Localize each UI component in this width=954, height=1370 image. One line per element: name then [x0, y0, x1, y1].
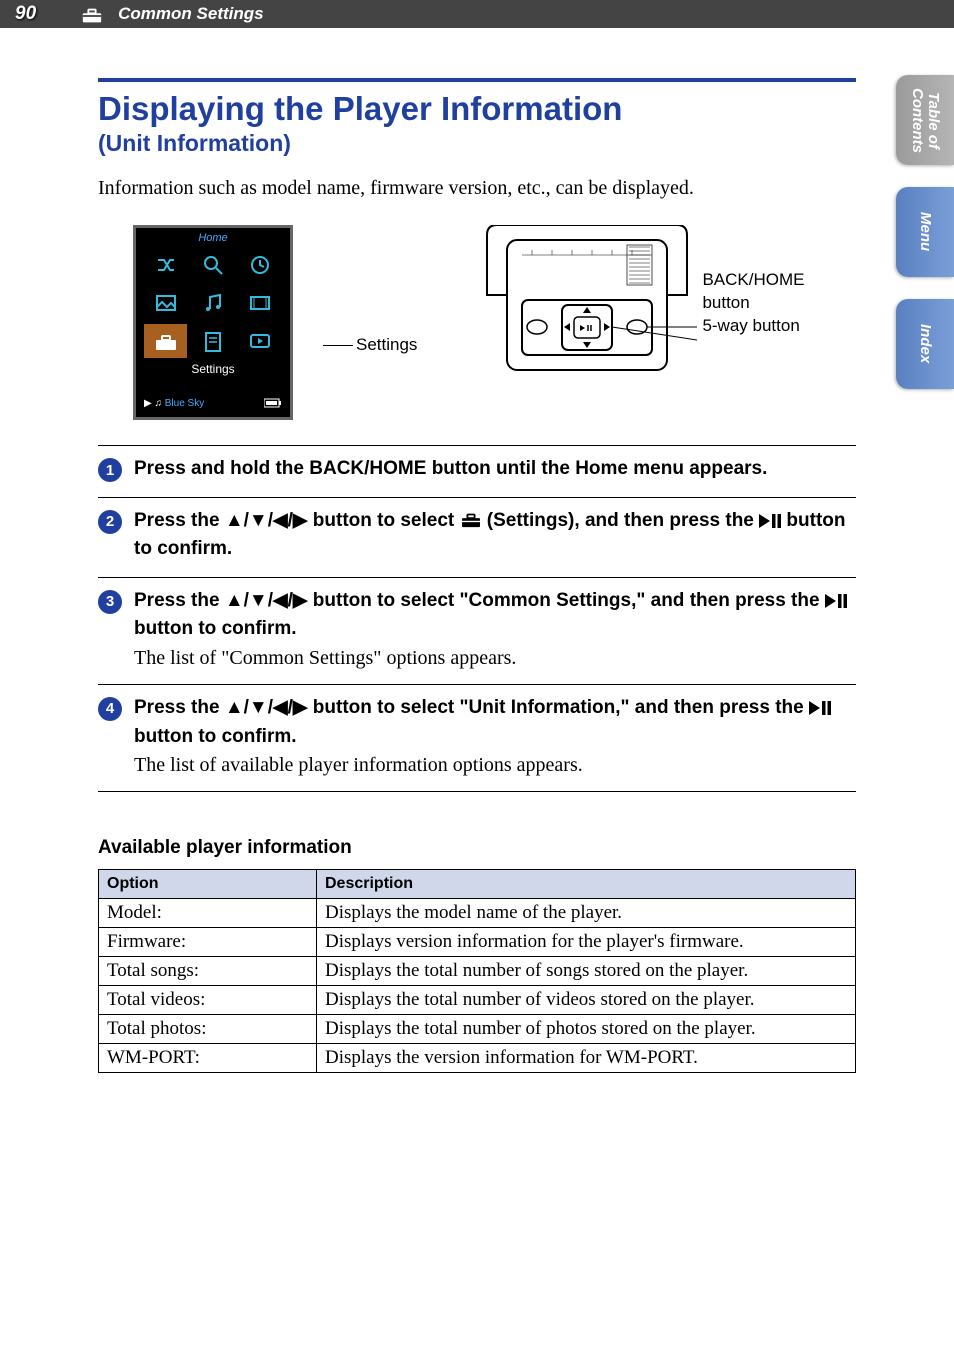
step-text-1: Press and hold the BACK/HOME button unti… — [134, 456, 767, 483]
step-text-4: Press the ▲/▼/◀/▶ button to select "Unit… — [134, 695, 856, 750]
step-num-3: 3 — [98, 590, 122, 614]
now-playing-prefix-icon: ▶ ♫ — [144, 398, 162, 409]
screen-home-label: Home — [136, 228, 290, 246]
step-num-2: 2 — [98, 510, 122, 534]
table-row: Firmware:Displays version information fo… — [99, 928, 856, 957]
side-tabs: Table of Contents Menu Index — [896, 75, 954, 389]
play-pause-icon — [825, 590, 847, 617]
photo-icon — [144, 286, 187, 320]
cell-option: Total photos: — [99, 1015, 317, 1044]
cell-desc: Displays version information for the pla… — [317, 928, 856, 957]
table-row: Total photos:Displays the total number o… — [99, 1015, 856, 1044]
step-4: 4 Press the ▲/▼/◀/▶ button to select "Un… — [98, 684, 856, 792]
playlist-icon — [191, 324, 234, 358]
info-table: Option Description Model:Displays the mo… — [98, 869, 856, 1073]
step-num-4: 4 — [98, 697, 122, 721]
player-screen-illustration: Home Settings ▶ ♫ Blue Sky — [133, 225, 293, 420]
step-1: 1 Press and hold the BACK/HOME button un… — [98, 445, 856, 497]
cell-desc: Displays the total number of photos stor… — [317, 1015, 856, 1044]
device-illustration: BACK/HOME button 5-way button — [477, 225, 697, 380]
tab-index-label: Index — [917, 324, 933, 363]
cell-desc: Displays the model name of the player. — [317, 899, 856, 928]
step-text-2: Press the ▲/▼/◀/▶ button to select (Sett… — [134, 508, 856, 563]
tab-contents-label: Table of Contents — [909, 75, 941, 165]
battery-icon — [264, 398, 282, 411]
nowplaying-icon — [239, 324, 282, 358]
page-number: 90 — [15, 3, 36, 25]
settings-pointer-label: Settings — [356, 335, 417, 355]
music-icon — [191, 286, 234, 320]
steps-list: 1 Press and hold the BACK/HOME button un… — [98, 445, 856, 792]
shuffle-icon — [144, 248, 187, 282]
settings-icon-selected — [144, 324, 187, 358]
step-sub-4: The list of available player information… — [134, 754, 856, 777]
step-3: 3 Press the ▲/▼/◀/▶ button to select "Co… — [98, 577, 856, 684]
toolbox-icon-inline — [460, 510, 482, 537]
cell-option: Total videos: — [99, 986, 317, 1015]
table-row: Total songs:Displays the total number of… — [99, 957, 856, 986]
page-header: 90 Common Settings — [0, 0, 954, 28]
tab-index[interactable]: Index — [896, 299, 954, 389]
cell-desc: Displays the total number of videos stor… — [317, 986, 856, 1015]
title-rule — [98, 78, 856, 82]
clock-icon — [239, 248, 282, 282]
header-section-title: Common Settings — [118, 4, 263, 24]
th-option: Option — [99, 870, 317, 899]
now-playing-track: Blue Sky — [165, 398, 204, 409]
sub-title: (Unit Information) — [98, 130, 856, 157]
screen-settings-label: Settings — [136, 362, 290, 376]
step-text-3: Press the ▲/▼/◀/▶ button to select "Comm… — [134, 588, 856, 643]
cell-option: Model: — [99, 899, 317, 928]
search-icon — [191, 248, 234, 282]
tab-contents[interactable]: Table of Contents — [896, 75, 954, 165]
th-description: Description — [317, 870, 856, 899]
step-2: 2 Press the ▲/▼/◀/▶ button to select (Se… — [98, 497, 856, 577]
play-pause-icon — [809, 697, 831, 724]
diagrams-row: Home Settings ▶ ♫ Blue Sky Settings — [133, 225, 856, 420]
table-row: WM-PORT:Displays the version information… — [99, 1044, 856, 1073]
play-pause-icon — [759, 510, 781, 537]
page-content: Displaying the Player Information (Unit … — [0, 28, 954, 1103]
back-home-label-2: button — [702, 293, 804, 313]
cell-option: Total songs: — [99, 957, 317, 986]
toolbox-icon — [81, 5, 103, 23]
cell-desc: Displays the version information for WM-… — [317, 1044, 856, 1073]
step-num-1: 1 — [98, 458, 122, 482]
step-sub-3: The list of "Common Settings" options ap… — [134, 647, 856, 670]
cell-option: Firmware: — [99, 928, 317, 957]
table-row: Total videos:Displays the total number o… — [99, 986, 856, 1015]
settings-pointer: Settings — [323, 335, 417, 355]
main-title: Displaying the Player Information — [98, 90, 856, 128]
table-heading: Available player information — [98, 837, 856, 859]
intro-text: Information such as model name, firmware… — [98, 177, 856, 200]
five-way-label: 5-way button — [702, 316, 804, 336]
tab-menu[interactable]: Menu — [896, 187, 954, 277]
cell-desc: Displays the total number of songs store… — [317, 957, 856, 986]
video-icon — [239, 286, 282, 320]
cell-option: WM-PORT: — [99, 1044, 317, 1073]
tab-menu-label: Menu — [917, 212, 933, 251]
table-row: Model:Displays the model name of the pla… — [99, 899, 856, 928]
back-home-label-1: BACK/HOME — [702, 270, 804, 290]
